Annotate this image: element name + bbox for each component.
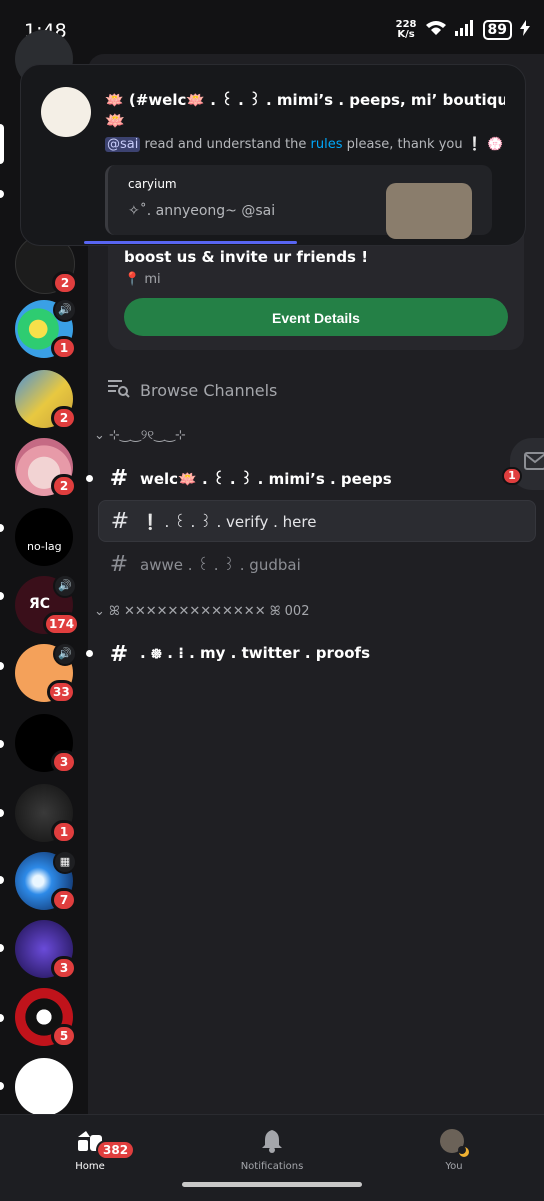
browse-channels-label: Browse Channels xyxy=(140,380,278,400)
category-header[interactable]: ⌄ ꕤ ✕✕✕✕✕✕✕✕✕✕✕✕✕ ꕤ 002 xyxy=(94,604,309,619)
notification-progress xyxy=(84,241,297,244)
speaker-icon: 🔊 xyxy=(53,642,77,666)
server-icon[interactable]: 🔊 1 xyxy=(15,298,77,360)
server-logo: ЯC xyxy=(29,596,51,612)
server-icon[interactable]: 2 xyxy=(15,438,77,498)
avatar xyxy=(394,1129,514,1157)
status-icons: 228 K/s 89 xyxy=(396,20,530,40)
event-location: 📍 mi xyxy=(124,272,161,287)
notification-title: 🪷 (#welc🪷 . ꒰ . ꒱ . mimi’s . peeps, mi’ … xyxy=(105,91,505,109)
server-icon[interactable]: no-lag xyxy=(15,508,73,566)
tab-notifications[interactable]: Notifications xyxy=(212,1129,332,1172)
text-channel-icon: # xyxy=(109,465,129,491)
charging-icon xyxy=(520,20,530,40)
server-icon[interactable]: ▦ 7 xyxy=(15,850,77,912)
unread-badge: 1 xyxy=(502,467,522,485)
server-icon[interactable]: 1 xyxy=(15,784,77,844)
server-icon[interactable]: ЯC 🔊 174 xyxy=(15,574,81,636)
notification-emoji: 🪷 xyxy=(105,111,125,130)
browse-channels[interactable]: Browse Channels xyxy=(108,378,277,402)
wifi-icon xyxy=(425,20,447,40)
channel-item[interactable]: # . ᪥ . ⁝ . my . twitter . proofs xyxy=(98,634,534,674)
notification-body: @sai read and understand the rules pleas… xyxy=(105,137,504,152)
server-icon[interactable]: 5 xyxy=(15,988,77,1048)
event-title: boost us & invite ur friends ! xyxy=(124,248,369,266)
image-thumbnail xyxy=(386,183,472,239)
battery-indicator: 89 xyxy=(482,20,512,40)
event-details-button[interactable]: Event Details xyxy=(124,298,508,336)
gesture-bar[interactable] xyxy=(182,1182,362,1187)
locked-channel-icon: # xyxy=(109,551,129,577)
home-badge: 382 xyxy=(96,1140,136,1160)
server-icon[interactable]: 🔊 33 xyxy=(15,642,77,704)
speaker-icon: 🔊 xyxy=(53,298,77,322)
notification-popup[interactable]: 🪷 (#welc🪷 . ꒰ . ꒱ . mimi’s . peeps, mi’ … xyxy=(20,64,526,246)
location-pin-icon: 📍 xyxy=(124,272,141,287)
speaker-icon: 🔊 xyxy=(53,574,77,598)
text-channel-icon: # xyxy=(110,508,130,534)
server-icon[interactable] xyxy=(15,1058,73,1116)
mail-icon xyxy=(524,452,544,474)
bell-icon xyxy=(212,1129,332,1153)
browse-channels-icon xyxy=(108,378,130,402)
calendar-icon: ▦ xyxy=(53,850,77,874)
selected-server-indicator xyxy=(0,124,4,164)
signal-icon xyxy=(454,20,475,40)
channel-item[interactable]: # awwe . ꒰ . ꒱ . gudbai xyxy=(98,544,534,584)
channel-item-selected[interactable]: # ❕ . ꒰ . ꒱ . verify . here xyxy=(98,500,536,542)
avatar xyxy=(41,87,91,137)
text-channel-icon: # xyxy=(109,641,129,667)
server-icon[interactable]: 3 xyxy=(15,920,77,980)
bottom-nav: Home Notifications You xyxy=(0,1114,544,1201)
server-icon[interactable]: 2 xyxy=(15,370,77,430)
server-logo: no-lag xyxy=(27,540,62,553)
quoted-message: caryium ✧˚. annyeong~ @sai xyxy=(105,165,492,239)
channel-item[interactable]: # welc🪷 . ꒰ . ꒱ . mimi’s . peeps xyxy=(98,458,534,498)
tab-you[interactable]: You xyxy=(394,1129,514,1172)
category-header[interactable]: ⌄ ⊹‿‿୨୧‿‿⊹ xyxy=(94,428,186,443)
network-speed: 228 K/s xyxy=(395,19,417,40)
server-icon[interactable]: 3 xyxy=(15,714,77,774)
